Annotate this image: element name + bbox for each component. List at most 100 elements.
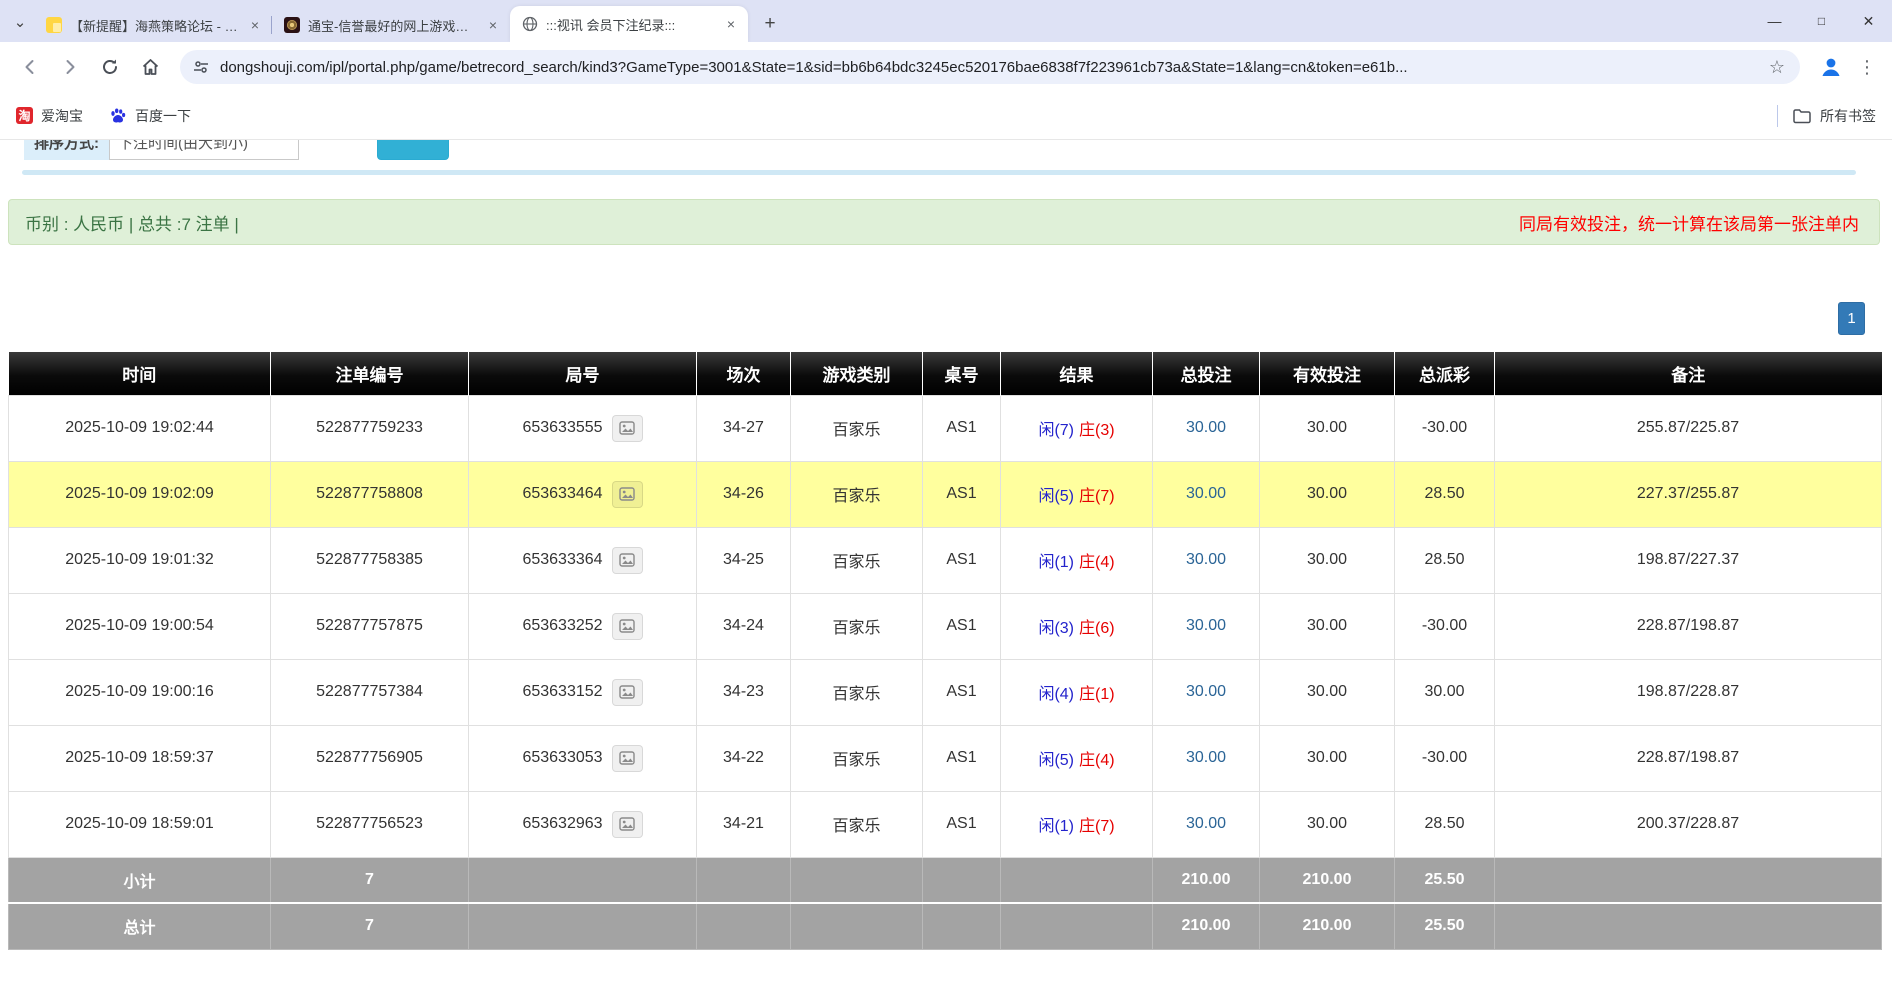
total-bet-link[interactable]: 30.00 <box>1186 815 1226 832</box>
cell-note: 228.87/198.87 <box>1495 725 1882 791</box>
cell-total-bet: 30.00 <box>1153 791 1260 857</box>
tab-close-icon[interactable]: × <box>246 16 264 34</box>
tab-close-icon[interactable]: × <box>722 15 740 33</box>
cell-total-bet: 30.00 <box>1153 395 1260 461</box>
bookmark-baidu[interactable]: 百度一下 <box>109 106 191 126</box>
cell-round-no: 653633555 <box>469 395 697 461</box>
cell-game-type: 百家乐 <box>791 593 923 659</box>
all-bookmarks-button[interactable]: 所有书签 <box>1792 106 1876 126</box>
round-replay-image-icon[interactable] <box>612 811 643 838</box>
tab1-favicon-icon <box>46 17 62 33</box>
bookmark-aitaobao[interactable]: 淘 爱淘宝 <box>16 106 83 126</box>
cell-result: 闲(5)庄(7) <box>1001 461 1153 527</box>
table-row: 2025-10-09 18:59:37 522877756905 6536330… <box>9 725 1882 791</box>
cell-table-no: AS1 <box>923 725 1001 791</box>
round-replay-image-icon[interactable] <box>612 481 643 508</box>
round-replay-image-icon[interactable] <box>612 679 643 706</box>
round-replay-image-icon[interactable] <box>612 547 643 574</box>
header-result: 结果 <box>1001 352 1153 395</box>
cell-game-type: 百家乐 <box>791 725 923 791</box>
cell-payout: -30.00 <box>1395 593 1495 659</box>
cell-bet-no: 522877758385 <box>271 527 469 593</box>
total-bet-link[interactable]: 30.00 <box>1186 485 1226 502</box>
table-row: 2025-10-09 19:02:44 522877759233 6536335… <box>9 395 1882 461</box>
cell-result: 闲(5)庄(4) <box>1001 725 1153 791</box>
cell-time: 2025-10-09 18:59:01 <box>9 791 271 857</box>
result-player: 闲(5) <box>1038 488 1074 505</box>
back-icon[interactable] <box>13 50 47 84</box>
round-replay-image-icon[interactable] <box>612 745 643 772</box>
cell-note: 255.87/225.87 <box>1495 395 1882 461</box>
round-number: 653633053 <box>522 749 602 767</box>
cell-result: 闲(1)庄(7) <box>1001 791 1153 857</box>
maximize-button[interactable]: □ <box>1798 0 1845 42</box>
tab-bar: ⌄ 【新提醒】海燕策略论坛 - 综合 × 通宝-信誉最好的网上游戏平台 × ::… <box>0 0 1892 42</box>
forward-icon[interactable] <box>53 50 87 84</box>
table-header-row: 时间 注单编号 局号 场次 游戏类别 桌号 结果 总投注 有效投注 总派彩 备注 <box>9 352 1882 395</box>
cell-time: 2025-10-09 19:00:16 <box>9 659 271 725</box>
cell-time: 2025-10-09 19:02:44 <box>9 395 271 461</box>
bookmark-star-icon[interactable]: ☆ <box>1766 56 1788 78</box>
cell-note: 228.87/198.87 <box>1495 593 1882 659</box>
cell-payout: 28.50 <box>1395 527 1495 593</box>
total-bet-link[interactable]: 30.00 <box>1186 749 1226 766</box>
tab-haiyan-forum[interactable]: 【新提醒】海燕策略论坛 - 综合 × <box>34 8 272 42</box>
result-banker: 庄(7) <box>1079 818 1115 835</box>
cell-valid-bet: 30.00 <box>1260 659 1395 725</box>
cell-table-no: AS1 <box>923 461 1001 527</box>
url-bar[interactable]: dongshouji.com/ipl/portal.php/game/betre… <box>180 50 1800 84</box>
browser-menu-icon[interactable]: ⋮ <box>1852 50 1882 84</box>
home-icon[interactable] <box>133 50 167 84</box>
result-banker: 庄(4) <box>1079 554 1115 571</box>
cell-bet-no: 522877757384 <box>271 659 469 725</box>
total-bet-link[interactable]: 30.00 <box>1186 419 1226 436</box>
new-tab-button[interactable]: + <box>756 10 784 38</box>
cell-note: 198.87/227.37 <box>1495 527 1882 593</box>
header-table-no: 桌号 <box>923 352 1001 395</box>
cell-bet-no: 522877757875 <box>271 593 469 659</box>
profile-avatar[interactable] <box>1814 50 1848 84</box>
cell-valid-bet: 30.00 <box>1260 395 1395 461</box>
cell-game-type: 百家乐 <box>791 527 923 593</box>
tab-search-chevron-icon[interactable]: ⌄ <box>8 10 32 34</box>
round-number: 653633252 <box>522 617 602 635</box>
tab-close-icon[interactable]: × <box>484 16 502 34</box>
tab-bet-records-active[interactable]: :::视讯 会员下注纪录::: × <box>510 6 748 42</box>
table-body: 2025-10-09 19:02:44 522877759233 6536335… <box>9 395 1882 857</box>
cell-valid-bet: 30.00 <box>1260 461 1395 527</box>
tab-title: :::视讯 会员下注纪录::: <box>546 15 718 34</box>
tab-strip: 【新提醒】海燕策略论坛 - 综合 × 通宝-信誉最好的网上游戏平台 × :::视… <box>34 0 784 42</box>
globe-icon <box>522 16 538 32</box>
cell-bet-no: 522877759233 <box>271 395 469 461</box>
round-number: 653633364 <box>522 551 602 569</box>
pagination-page-1[interactable]: 1 <box>1838 302 1865 335</box>
search-button[interactable] <box>377 140 449 160</box>
cell-game-type: 百家乐 <box>791 659 923 725</box>
reload-icon[interactable] <box>93 50 127 84</box>
result-banker: 庄(3) <box>1079 422 1115 439</box>
result-player: 闲(3) <box>1038 620 1074 637</box>
folder-icon <box>1792 107 1812 125</box>
cell-bet-no: 522877756523 <box>271 791 469 857</box>
table-row: 2025-10-09 19:00:16 522877757384 6536331… <box>9 659 1882 725</box>
cell-valid-bet: 30.00 <box>1260 593 1395 659</box>
round-number: 653633152 <box>522 683 602 701</box>
total-bet-link[interactable]: 30.00 <box>1186 617 1226 634</box>
round-replay-image-icon[interactable] <box>612 415 643 442</box>
minimize-button[interactable]: — <box>1751 0 1798 42</box>
round-replay-image-icon[interactable] <box>612 613 643 640</box>
close-window-button[interactable]: ✕ <box>1845 0 1892 42</box>
total-count: 7 <box>271 903 469 949</box>
cell-payout: 28.50 <box>1395 461 1495 527</box>
total-bet-link[interactable]: 30.00 <box>1186 551 1226 568</box>
tab-tongbao[interactable]: 通宝-信誉最好的网上游戏平台 × <box>272 8 510 42</box>
cell-session: 34-25 <box>697 527 791 593</box>
sort-filter-select[interactable] <box>109 140 299 160</box>
header-game-type: 游戏类别 <box>791 352 923 395</box>
site-info-icon[interactable] <box>192 58 210 76</box>
total-bet-link[interactable]: 30.00 <box>1186 683 1226 700</box>
subtotal-count: 7 <box>271 857 469 903</box>
cell-session: 34-23 <box>697 659 791 725</box>
cell-result: 闲(1)庄(4) <box>1001 527 1153 593</box>
cell-payout: -30.00 <box>1395 395 1495 461</box>
